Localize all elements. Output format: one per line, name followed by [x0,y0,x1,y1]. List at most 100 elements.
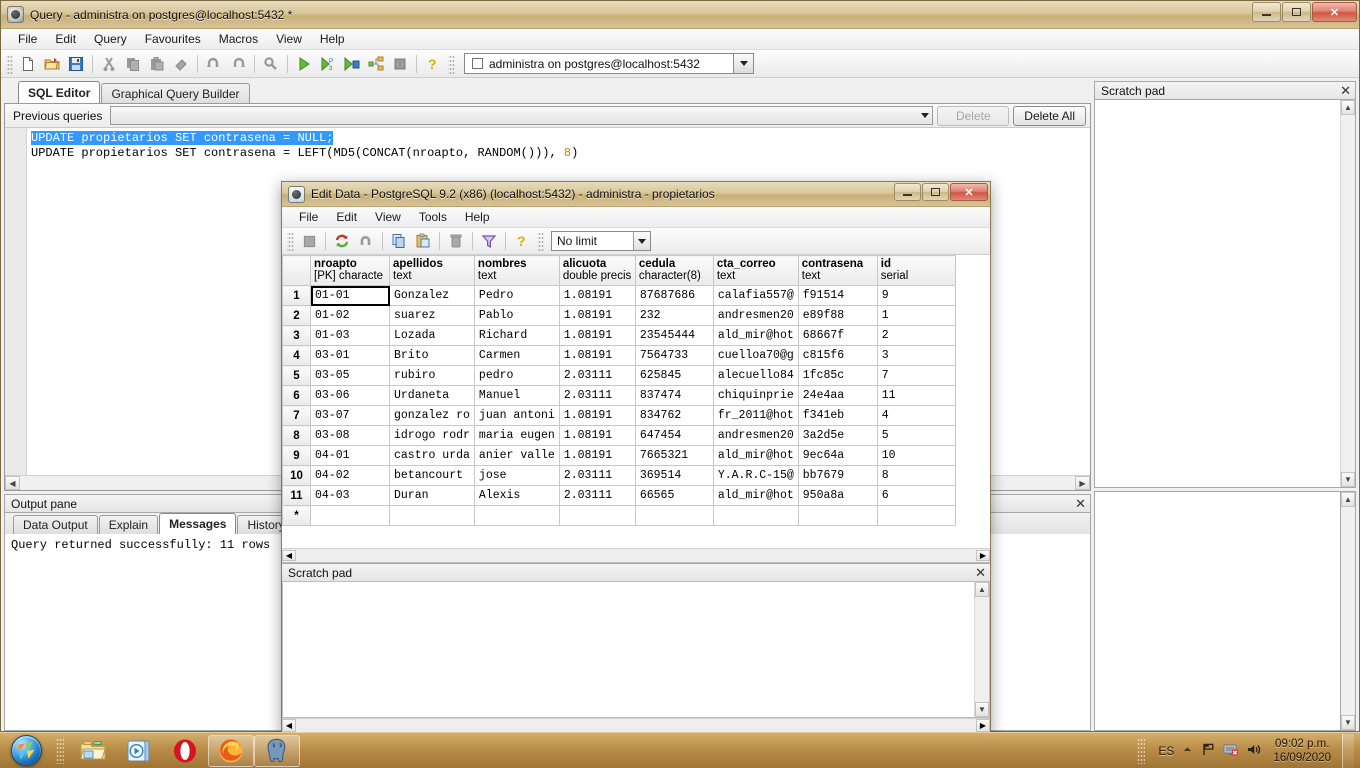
cell-id[interactable]: 10 [876,445,956,466]
cell-apellidos[interactable]: Gonzalez [389,285,475,306]
cell-cta_correo[interactable]: ald_mir@hot [712,485,799,506]
cell-cedula[interactable]: 369514 [634,465,714,486]
table-row[interactable]: 2 01-02 suarez Pablo 1.08191 232 andresmen20 e8… [282,305,956,326]
scratch-pad-main-textarea[interactable] [1095,100,1340,487]
menu-edit[interactable]: Edit [327,208,366,226]
cell-id[interactable]: 2 [876,325,956,346]
cell-contrasena[interactable]: 24e4aa [797,385,878,406]
column-header-cta-correo[interactable]: cta_correo text [712,255,799,286]
new-file-icon[interactable] [17,53,39,75]
cell-contrasena[interactable]: c815f6 [797,345,878,366]
menu-file[interactable]: File [290,208,327,226]
help-icon[interactable]: ? [511,230,533,252]
taskbar-item-media-player[interactable] [116,735,162,767]
delete-all-queries-button[interactable]: Delete All [1013,105,1086,126]
maximize-button[interactable] [1282,2,1311,22]
new-cell-nombres[interactable] [473,505,560,526]
cell-nroapto[interactable]: 04-02 [310,465,390,486]
cell-id[interactable]: 5 [876,425,956,446]
cell-contrasena[interactable]: 950a8a [797,485,878,506]
show-desktop-button[interactable] [1342,733,1354,768]
taskbar-item-windows-explorer[interactable] [70,735,116,767]
open-folder-icon[interactable] [41,53,63,75]
scroll-left-icon[interactable]: ◀ [5,476,20,490]
cell-id[interactable]: 1 [876,305,956,326]
column-header-contrasena[interactable]: contrasena text [797,255,878,286]
cell-contrasena[interactable]: e89f88 [797,305,878,326]
row-number[interactable]: 10 [282,465,311,486]
cell-nombres[interactable]: juan antoni [473,405,560,426]
table-row[interactable]: 3 01-03 Lozada Richard 1.08191 23545444 ald_mi… [282,325,956,346]
cell-cedula[interactable]: 66565 [634,485,714,506]
row-number[interactable]: 6 [282,385,311,406]
tab-sql-editor[interactable]: SQL Editor [18,81,101,103]
table-row[interactable]: 5 03-05 rubiro pedro 2.03111 625845 alecuello8… [282,365,956,386]
cell-apellidos[interactable]: castro urda [389,445,475,466]
minimize-button[interactable] [1252,2,1281,22]
cell-id[interactable]: 9 [876,285,956,306]
grid-hscrollbar[interactable]: ◀ ▶ [282,548,990,562]
row-number[interactable]: 8 [282,425,311,446]
execute-pgscript-icon[interactable]: P3 [317,53,339,75]
cell-apellidos[interactable]: Lozada [389,325,475,346]
row-number[interactable]: 2 [282,305,311,326]
cell-nroapto[interactable]: 03-08 [310,425,390,446]
cell-nroapto[interactable]: 01-01 [310,285,390,306]
connection-toolbar-grip[interactable] [448,53,455,74]
cell-id[interactable]: 6 [876,485,956,506]
cell-nombres[interactable]: jose [473,465,560,486]
tab-messages[interactable]: Messages [159,513,237,534]
cell-apellidos[interactable]: suarez [389,305,475,326]
table-row[interactable]: 4 03-01 Brito Carmen 1.08191 7564733 cuelloa70… [282,345,956,366]
scroll-right-icon[interactable]: ▶ [976,719,990,732]
cell-alicuota[interactable]: 1.08191 [558,305,636,326]
cut-icon[interactable] [98,53,120,75]
new-cell-id[interactable] [876,505,956,526]
cell-nombres[interactable]: Pedro [473,285,560,306]
row-limit-combo[interactable]: No limit [551,231,651,251]
scroll-down-icon[interactable]: ▼ [1341,715,1355,730]
table-row[interactable]: 6 03-06 Urdaneta Manuel 2.03111 837474 chiquin… [282,385,956,406]
cell-contrasena[interactable]: f341eb [797,405,878,426]
toolbar-grip[interactable] [287,231,294,251]
cell-cta_correo[interactable]: andresmen20 [712,425,799,446]
connection-checkbox[interactable] [472,58,483,69]
tray-grip[interactable] [1137,737,1146,764]
cell-nombres[interactable]: Carmen [473,345,560,366]
undo-icon[interactable] [203,53,225,75]
cell-alicuota[interactable]: 1.08191 [558,325,636,346]
cell-nroapto[interactable]: 03-05 [310,365,390,386]
action-center-icon[interactable] [1223,742,1239,760]
cell-cedula[interactable]: 7665321 [634,445,714,466]
toolbar-grip[interactable] [6,53,13,74]
cell-cta_correo[interactable]: calafia557@ [712,285,799,306]
cell-alicuota[interactable]: 1.08191 [558,425,636,446]
scroll-right-icon[interactable]: ▶ [976,550,990,561]
paste-icon[interactable] [412,230,434,252]
cell-id[interactable]: 3 [876,345,956,366]
chevron-down-icon[interactable] [633,232,650,250]
menu-help[interactable]: Help [456,208,499,226]
cell-nroapto[interactable]: 01-03 [310,325,390,346]
cell-apellidos[interactable]: betancourt [389,465,475,486]
menu-edit[interactable]: Edit [46,30,85,48]
data-grid-scroll[interactable]: nroapto [PK] characte apellidos text nom… [282,255,990,548]
close-button[interactable]: ✕ [950,183,988,201]
cell-alicuota[interactable]: 1.08191 [558,285,636,306]
delete-query-button[interactable]: Delete [937,105,1010,126]
cell-alicuota[interactable]: 1.08191 [558,345,636,366]
row-number[interactable]: 3 [282,325,311,346]
copy-icon[interactable] [388,230,410,252]
close-icon[interactable]: ✕ [975,566,986,579]
delete-row-icon[interactable] [445,230,467,252]
cell-contrasena[interactable]: 68667f [797,325,878,346]
cell-cta_correo[interactable]: alecuello84 [712,365,799,386]
cell-nroapto[interactable]: 03-07 [310,405,390,426]
cell-apellidos[interactable]: rubiro [389,365,475,386]
previous-queries-combo[interactable] [110,106,934,125]
cell-cedula[interactable]: 232 [634,305,714,326]
cell-cta_correo[interactable]: ald_mir@hot [712,445,799,466]
save-icon[interactable] [298,230,320,252]
cell-cta_correo[interactable]: ald_mir@hot [712,325,799,346]
network-icon[interactable] [1201,742,1216,760]
